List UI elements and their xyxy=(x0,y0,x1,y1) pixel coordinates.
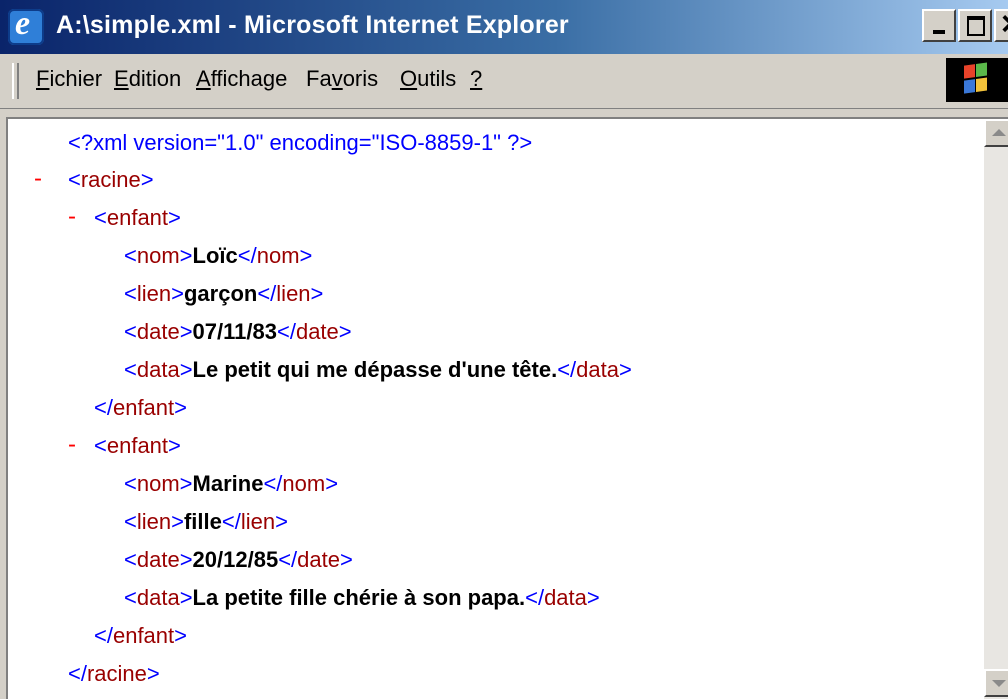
vertical-scrollbar[interactable] xyxy=(984,119,1008,699)
collapse-toggle-racine[interactable]: - xyxy=(34,165,42,193)
close-button[interactable] xyxy=(994,5,1008,44)
xml-child-close: </enfant> xyxy=(94,395,187,420)
document-view[interactable]: <?xml version="1.0" encoding="ISO-8859-1… xyxy=(6,117,1008,699)
xml-field-nom: <nom>Loïc</nom> xyxy=(124,243,313,268)
collapse-toggle-enfant-1[interactable]: - xyxy=(68,203,76,231)
menu-edition[interactable]: Edition xyxy=(114,66,181,92)
xml-child-open: <enfant> xyxy=(94,205,181,230)
internet-explorer-icon xyxy=(8,5,44,45)
xml-field-date: <date>07/11/83</date> xyxy=(124,319,352,344)
xml-declaration: <?xml version="1.0" encoding="ISO-8859-1… xyxy=(68,130,533,155)
collapse-toggle-enfant-2[interactable]: - xyxy=(68,431,76,459)
xml-field-data: <data>Le petit qui me dépasse d'une tête… xyxy=(124,357,632,382)
toolbar-grip[interactable] xyxy=(12,63,19,99)
xml-field-lien: <lien>fille</lien> xyxy=(124,509,288,534)
menu-affichage[interactable]: Affichage xyxy=(196,66,287,92)
window-title: A:\simple.xml - Microsoft Internet Explo… xyxy=(56,11,569,39)
windows-logo-icon xyxy=(946,58,1008,102)
scroll-up-arrow-icon[interactable] xyxy=(984,119,1008,147)
xml-field-date: <date>20/12/85</date> xyxy=(124,547,353,572)
menu-help[interactable]: ? xyxy=(470,66,482,92)
menu-bar: Fichier Edition Affichage Favoris Outils… xyxy=(0,54,1008,109)
title-bar[interactable]: A:\simple.xml - Microsoft Internet Explo… xyxy=(0,0,1008,54)
menu-favoris[interactable]: Favoris xyxy=(306,66,378,92)
xml-child-close: </enfant> xyxy=(94,623,187,648)
xml-field-lien: <lien>garçon</lien> xyxy=(124,281,324,306)
xml-child-open: <enfant> xyxy=(94,433,181,458)
xml-field-nom: <nom>Marine</nom> xyxy=(124,471,339,496)
minimize-button[interactable] xyxy=(922,9,956,42)
xml-root-close: </racine> xyxy=(68,661,160,686)
xml-root-open: <racine> xyxy=(68,167,154,192)
maximize-button[interactable] xyxy=(958,9,992,42)
scroll-down-arrow-icon[interactable] xyxy=(984,669,1008,697)
browser-window: A:\simple.xml - Microsoft Internet Explo… xyxy=(0,0,1008,699)
menu-outils[interactable]: Outils xyxy=(400,66,456,92)
xml-field-data: <data>La petite fille chérie à son papa.… xyxy=(124,585,600,610)
menu-fichier[interactable]: Fichier xyxy=(36,66,102,92)
